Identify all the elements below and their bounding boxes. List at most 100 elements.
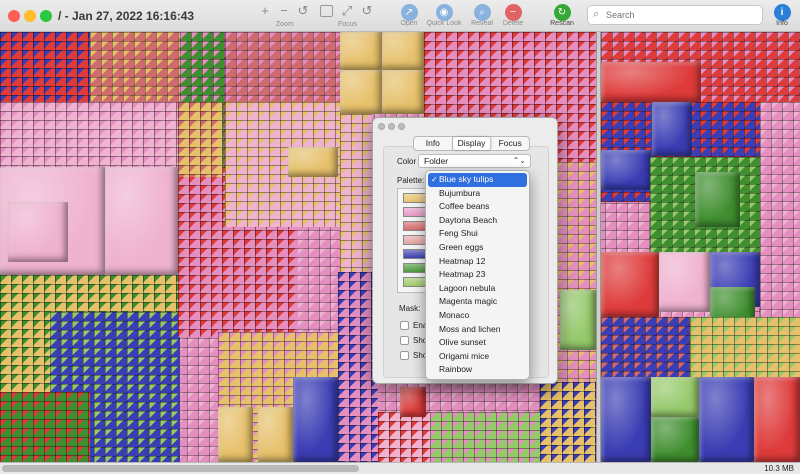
enable-checkbox[interactable]: [400, 321, 409, 330]
palette-menu-item[interactable]: Monaco: [426, 309, 529, 323]
palette-menu-item[interactable]: Rainbow: [426, 363, 529, 377]
treemap-block[interactable]: [90, 32, 180, 102]
palette-menu-item[interactable]: Feng Shui: [426, 227, 529, 241]
palette-menu-item[interactable]: Green eggs: [426, 241, 529, 255]
search-input[interactable]: [606, 7, 756, 23]
checkmark-icon: ✓: [431, 175, 438, 184]
zoom-in-button[interactable]: +: [259, 2, 271, 19]
treemap-block[interactable]: [540, 382, 596, 462]
treemap-block[interactable]: [378, 412, 438, 462]
expand-icon: ⤢: [341, 3, 353, 18]
treemap-cell[interactable]: [652, 102, 692, 156]
treemap-cell[interactable]: [601, 62, 701, 102]
treemap-cell[interactable]: [382, 32, 424, 70]
palette-menu-item[interactable]: Magenta magic: [426, 295, 529, 309]
split-divider[interactable]: [596, 32, 601, 462]
show-checkbox-2[interactable]: [400, 351, 409, 360]
focus-reset-button[interactable]: ↺: [360, 2, 374, 19]
treemap-cell[interactable]: [659, 252, 710, 312]
total-size-label: 10.3 MB: [764, 464, 794, 473]
quicklook-button[interactable]: ◉ Quick Look: [424, 2, 464, 28]
palette-menu-item[interactable]: Olive sunset: [426, 336, 529, 350]
treemap-cell[interactable]: [218, 407, 253, 462]
palette-menu-item-label: Magenta magic: [439, 296, 498, 307]
treemap-cell[interactable]: [651, 417, 699, 462]
reveal-button[interactable]: ⌕ Reveal: [467, 2, 497, 28]
focus-up-button[interactable]: [320, 5, 333, 17]
palette-menu-item[interactable]: Daytona Beach: [426, 214, 529, 228]
palette-menu-item-label: Rainbow: [439, 364, 473, 375]
panel-minimize-icon[interactable]: [388, 123, 395, 130]
treemap-cell[interactable]: [601, 252, 659, 317]
tab-info[interactable]: Info: [414, 137, 453, 150]
zoom-label: Zoom: [276, 21, 294, 28]
treemap-cell[interactable]: [699, 377, 754, 462]
palette-menu-item-label: Blue sky tulips: [439, 174, 494, 184]
color-by-select[interactable]: Folder ⌃⌄: [418, 154, 531, 168]
treemap-cell[interactable]: [560, 290, 596, 350]
chevron-updown-icon: ⌃⌄: [512, 156, 526, 165]
show-checkbox-1[interactable]: [400, 336, 409, 345]
tab-focus[interactable]: Focus: [491, 137, 529, 150]
fullscreen-icon[interactable]: [40, 10, 52, 22]
treemap-cell[interactable]: [601, 150, 651, 190]
treemap-block[interactable]: [340, 114, 372, 274]
app-window: / - Jan 27, 2022 16:16:43 + − ↺ Zoom ⤢ ↺…: [0, 0, 800, 474]
zoom-reset-button[interactable]: ↺: [296, 2, 310, 19]
close-icon[interactable]: [8, 10, 20, 22]
palette-menu-item-label: Olive sunset: [439, 337, 486, 348]
palette-menu-item[interactable]: Bujumbura: [426, 187, 529, 201]
palette-menu-item-label: Daytona Beach: [439, 214, 498, 225]
rescan-button[interactable]: ↻ Rescan: [546, 2, 578, 28]
treemap-cell[interactable]: [288, 147, 338, 177]
treemap-cell[interactable]: [400, 387, 426, 417]
delete-button[interactable]: − Delete: [499, 2, 527, 28]
palette-menu-item[interactable]: Coffee beans: [426, 200, 529, 214]
open-button[interactable]: ↗ Open: [395, 2, 423, 28]
treemap-cell[interactable]: [695, 172, 740, 227]
inspector-tabs: Info Display Focus: [413, 136, 530, 151]
info-button[interactable]: i Info: [770, 2, 794, 28]
treemap-cell[interactable]: [601, 377, 651, 462]
treemap-cell[interactable]: [105, 167, 178, 275]
palette-menu-item[interactable]: Lagoon nebula: [426, 282, 529, 296]
treemap-block[interactable]: [225, 32, 340, 102]
palette-menu-item-label: Feng Shui: [439, 228, 478, 239]
palette-menu-item[interactable]: ✓ Blue sky tulips: [428, 173, 527, 187]
status-bar: 10.3 MB: [0, 462, 800, 474]
search-icon: ⌕: [593, 8, 600, 20]
treemap-cell[interactable]: [340, 70, 382, 114]
palette-menu-item-label: Heatmap 12: [439, 255, 486, 266]
treemap-cell[interactable]: [258, 407, 293, 462]
minimize-icon[interactable]: [24, 10, 36, 22]
search-field[interactable]: ⌕: [587, 5, 763, 25]
treemap-block[interactable]: [760, 102, 800, 322]
tab-display[interactable]: Display: [452, 137, 492, 150]
treemap-cell[interactable]: [340, 32, 382, 70]
palette-menu-item-label: Heatmap 23: [439, 269, 486, 280]
treemap-cell[interactable]: [754, 377, 800, 462]
palette-menu-item-label: Coffee beans: [439, 201, 490, 212]
treemap-block[interactable]: [690, 317, 800, 377]
treemap-cell[interactable]: [382, 70, 424, 114]
palette-menu-item[interactable]: Heatmap 12: [426, 255, 529, 269]
treemap-block[interactable]: [0, 32, 90, 102]
focus-expand-button[interactable]: ⤢: [340, 2, 354, 19]
undo-icon: ↺: [361, 3, 373, 18]
palette-label: Palette:: [397, 176, 425, 185]
treemap-cell[interactable]: [293, 377, 338, 462]
treemap-block[interactable]: [601, 317, 691, 377]
panel-zoom-icon[interactable]: [398, 123, 405, 130]
treemap-cell[interactable]: [651, 377, 699, 417]
treemap-block[interactable]: [178, 102, 223, 177]
horizontal-scrollbar[interactable]: [2, 465, 359, 472]
zoom-out-button[interactable]: −: [278, 2, 290, 19]
treemap-block[interactable]: [0, 392, 90, 462]
panel-close-icon[interactable]: [378, 123, 385, 130]
treemap-cell[interactable]: [8, 202, 68, 262]
palette-menu-item[interactable]: Heatmap 23: [426, 268, 529, 282]
toolbar: / - Jan 27, 2022 16:16:43 + − ↺ Zoom ⤢ ↺…: [0, 0, 800, 32]
palette-menu-item[interactable]: Moss and lichen: [426, 323, 529, 337]
palette-menu-item[interactable]: Origami mice: [426, 350, 529, 364]
palette-menu-item-label: Lagoon nebula: [439, 282, 496, 293]
